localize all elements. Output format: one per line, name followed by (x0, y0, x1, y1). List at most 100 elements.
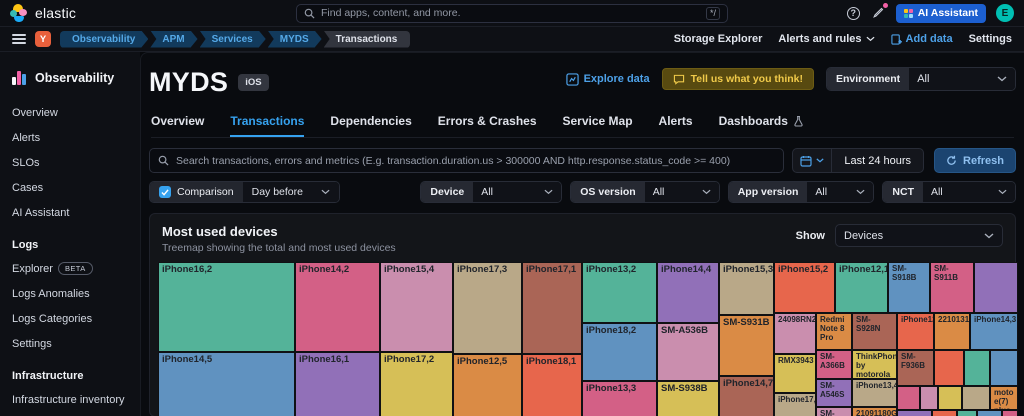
newsfeed-icon[interactable] (870, 3, 888, 21)
sidebar-item-overview[interactable]: Overview (12, 107, 130, 119)
treemap-cell-iphone17-3[interactable]: iPhone17,3 (453, 262, 522, 354)
treemap-cell-iphone14-3[interactable]: iPhone14,3 (970, 313, 1018, 350)
treemap-cell-iphone12-1[interactable]: iPhone12,1 (835, 262, 888, 313)
user-avatar[interactable]: E (996, 4, 1014, 22)
explore-data-link[interactable]: Explore data (565, 72, 650, 86)
tab-transactions[interactable]: Transactions (230, 114, 304, 137)
date-picker-button[interactable] (792, 148, 833, 173)
settings-link[interactable]: Settings (969, 33, 1012, 45)
sidebar-item-infrastructure-inventory[interactable]: Infrastructure inventory (12, 394, 130, 406)
treemap-cell-sm-s901u1[interactable]: SM-S901U1 (816, 407, 852, 416)
treemap-cell-rmx3943[interactable]: RMX3943 (774, 354, 816, 393)
sidebar-item-logs-settings[interactable]: Settings (12, 338, 130, 350)
app-version-select[interactable]: All (807, 182, 874, 202)
storage-explorer-link[interactable]: Storage Explorer (674, 33, 763, 45)
treemap-cell-iphone15-3[interactable]: iPhone15,3 (719, 262, 774, 315)
treemap-cell-24098rn2ca[interactable]: 24098RN2CA (774, 313, 816, 354)
comparison-select[interactable]: Day before (242, 182, 339, 202)
treemap-cell-redmi-note-8-pro[interactable]: Redmi Note 8 Pro (816, 313, 852, 350)
show-select[interactable]: Devices (835, 224, 1003, 247)
sidebar-item-logs-anomalies[interactable]: Logs Anomalies (12, 288, 130, 300)
nct-select[interactable]: All (923, 182, 1015, 202)
os-version-select[interactable]: All (644, 182, 719, 202)
breadcrumb-apm[interactable]: APM (150, 31, 197, 48)
treemap-cell-iphone13-2[interactable]: iPhone13,2 (582, 262, 657, 323)
environment-select[interactable]: All (909, 68, 1015, 90)
treemap-cell-moto-e-7-plus[interactable]: moto e(7) plus (990, 386, 1018, 410)
sidebar-item-ai-assistant[interactable]: AI Assistant (12, 207, 130, 219)
treemap-cell-iphone16-1[interactable]: iPhone16,1 (295, 352, 380, 416)
treemap-cell-21091180g[interactable]: 21091180G (852, 407, 897, 416)
tab-dependencies[interactable]: Dependencies (330, 114, 411, 137)
treemap-cell-iphone17-5[interactable]: iPhone17,5 (774, 393, 816, 416)
device-select[interactable]: All (473, 182, 562, 202)
ai-assistant-button[interactable]: AI Assistant (895, 3, 986, 23)
time-range-button[interactable]: Last 24 hours (832, 148, 925, 173)
treemap-cell-sm-s938b[interactable]: SM-S938B (657, 381, 719, 416)
treemap-cell-iphone16-2[interactable]: iPhone16,2 (158, 262, 295, 352)
treemap-cell[interactable] (1002, 410, 1018, 416)
treemap-cell-iphone13-4[interactable]: iPhone13,4 (852, 379, 897, 407)
feedback-button[interactable]: Tell us what you think! (661, 68, 814, 90)
treemap-cell-iphone17-1[interactable]: iPhone17,1 (522, 262, 582, 354)
tab-dashboards[interactable]: Dashboards (719, 114, 804, 137)
tab-service-map[interactable]: Service Map (563, 114, 633, 137)
treemap-cell[interactable] (932, 410, 957, 416)
treemap-cell[interactable] (977, 410, 1002, 416)
treemap-cell-sm-a366b[interactable]: SM-A366B (816, 350, 852, 379)
alerts-and-rules-menu[interactable]: Alerts and rules (778, 33, 875, 45)
treemap-cell-sm-s928n[interactable]: SM-S928N (852, 313, 897, 350)
tab-alerts[interactable]: Alerts (659, 114, 693, 137)
treemap-cell-iphone18-1[interactable]: iPhone18,1 (522, 354, 582, 416)
treemap-cell-iphone12-3[interactable]: iPhone12,3 (897, 313, 934, 350)
sidebar-item-cases[interactable]: Cases (12, 182, 130, 194)
help-icon[interactable]: ? (846, 6, 860, 20)
elastic-brand[interactable]: elastic (10, 4, 260, 22)
treemap-cell[interactable] (964, 350, 990, 386)
treemap-cell[interactable] (990, 350, 1018, 386)
treemap-cell-iphone15-2[interactable]: iPhone15,2 (774, 262, 835, 313)
sidebar-item-alerts[interactable]: Alerts (12, 132, 130, 144)
add-data-link[interactable]: Add data (890, 33, 953, 45)
refresh-button[interactable]: Refresh (934, 148, 1016, 173)
breadcrumb-observability[interactable]: Observability (60, 31, 148, 48)
menu-icon[interactable] (12, 34, 26, 44)
breadcrumb-myds[interactable]: MYDS (268, 31, 322, 48)
treemap-cell-iphone14-4[interactable]: iPhone14,4 (657, 262, 719, 323)
transactions-search-input[interactable]: Search transactions, errors and metrics … (149, 148, 785, 173)
breadcrumb-services[interactable]: Services (200, 31, 266, 48)
treemap-cell-thinkphone-by-motorola[interactable]: ThinkPhone by motorola (852, 350, 897, 379)
treemap-cell[interactable] (957, 410, 977, 416)
treemap-cell[interactable] (897, 410, 932, 416)
treemap-cell-22101316g[interactable]: 22101316G (934, 313, 970, 350)
comparison-checkbox[interactable] (159, 186, 171, 198)
treemap-cell[interactable] (938, 386, 962, 410)
global-search-input[interactable]: Find apps, content, and more. */ (296, 3, 728, 23)
tab-overview[interactable]: Overview (151, 114, 204, 137)
treemap-cell-iphone17-2[interactable]: iPhone17,2 (380, 352, 453, 416)
sidebar-item-logs-categories[interactable]: Logs Categories (12, 313, 130, 325)
treemap-cell-sm-s911b[interactable]: SM-S911B (930, 262, 974, 313)
treemap-cell[interactable] (962, 386, 990, 410)
treemap-cell-iphone15-4[interactable]: iPhone15,4 (380, 262, 453, 352)
space-badge[interactable]: Y (35, 31, 51, 47)
sidebar-item-explorer[interactable]: Explorer BETA (12, 262, 130, 275)
treemap-cell-iphone12-5[interactable]: iPhone12,5 (453, 354, 522, 416)
treemap-cell-sm-a536b[interactable]: SM-A536B (657, 323, 719, 381)
search-icon (158, 155, 169, 166)
treemap-cell-iphone14-7[interactable]: iPhone14,7 (719, 376, 774, 416)
treemap-cell[interactable] (974, 262, 1018, 313)
treemap-cell-iphone13-3[interactable]: iPhone13,3 (582, 381, 657, 416)
treemap-cell-sm-s931b[interactable]: SM-S931B (719, 315, 774, 376)
tab-errors-crashes[interactable]: Errors & Crashes (438, 114, 537, 137)
treemap-cell[interactable] (920, 386, 938, 410)
treemap-cell-sm-f936b[interactable]: SM-F936B (897, 350, 934, 386)
sidebar-item-slos[interactable]: SLOs (12, 157, 130, 169)
treemap-cell-iphone14-5[interactable]: iPhone14,5 (158, 352, 295, 416)
treemap-cell-sm-a546s[interactable]: SM-A546S (816, 379, 852, 407)
treemap-cell-iphone18-2[interactable]: iPhone18,2 (582, 323, 657, 381)
treemap-cell[interactable] (897, 386, 920, 410)
treemap-cell[interactable] (934, 350, 964, 386)
treemap-cell-sm-s918b[interactable]: SM-S918B (888, 262, 930, 313)
treemap-cell-iphone14-2[interactable]: iPhone14,2 (295, 262, 380, 352)
